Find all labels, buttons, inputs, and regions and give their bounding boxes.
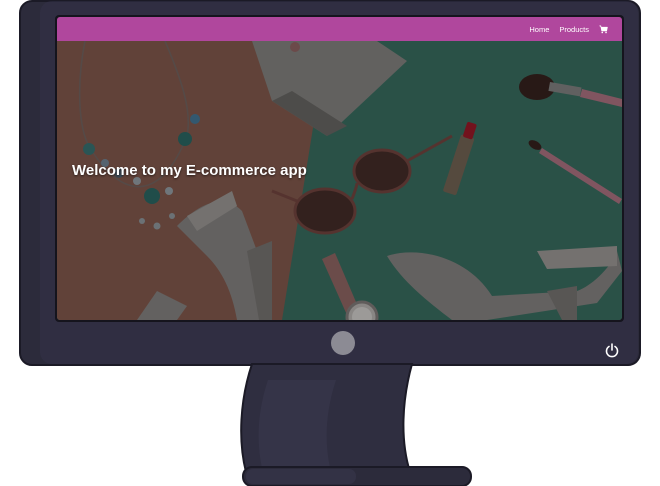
navbar: Home Products (57, 17, 622, 41)
power-icon[interactable] (604, 342, 620, 358)
hero-banner: Welcome to my E-commerce app (57, 41, 622, 320)
screen: Home Products Welcome to my E-commerce a… (57, 17, 622, 320)
webcam-icon (331, 331, 355, 355)
nav-link-products[interactable]: Products (559, 25, 589, 34)
monitor-illustration: Home Products Welcome to my E-commerce a… (0, 0, 660, 486)
hero-image (57, 41, 622, 320)
shopping-cart-icon[interactable] (599, 25, 608, 34)
nav-link-home[interactable]: Home (529, 25, 549, 34)
hero-title: Welcome to my E-commerce app (72, 162, 307, 179)
